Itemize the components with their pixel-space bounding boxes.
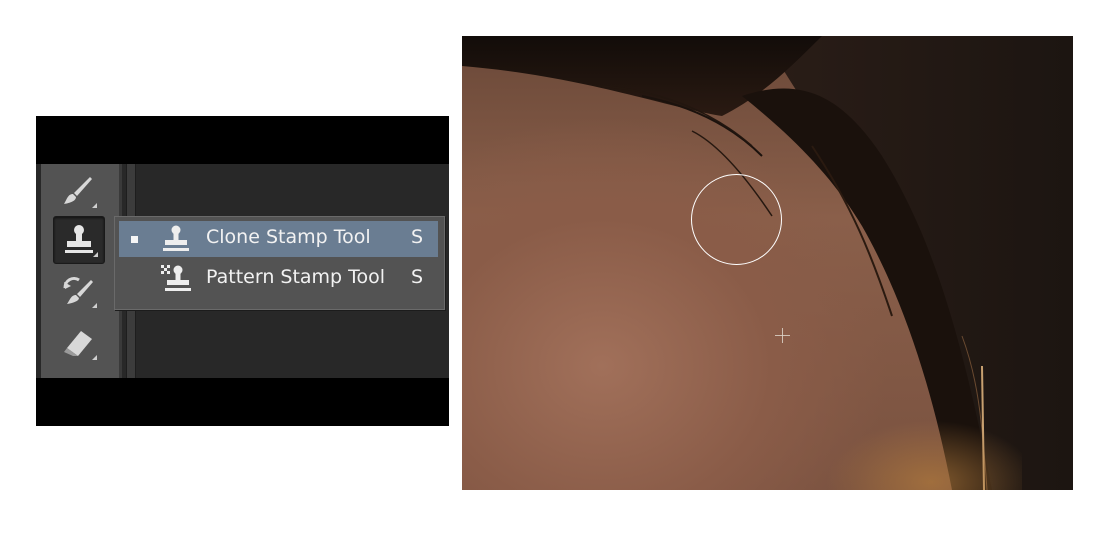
clone-stamp-brush-cursor bbox=[691, 174, 782, 265]
stamp-tools-flyout-menu: Clone Stamp Tool S Pattern Stamp Tool S bbox=[114, 216, 445, 310]
selected-bullet-icon bbox=[131, 236, 138, 243]
eraser-icon bbox=[64, 331, 92, 356]
menu-item-label: Clone Stamp Tool bbox=[206, 226, 371, 248]
tools-panel bbox=[41, 164, 119, 378]
shortcut-key: S bbox=[411, 226, 424, 248]
toolbar-area: Clone Stamp Tool S Pattern Stamp Tool S bbox=[36, 164, 449, 378]
image-canvas[interactable] bbox=[462, 36, 1073, 490]
clone-stamp-tool-button[interactable] bbox=[53, 216, 105, 264]
clone-stamp-icon bbox=[65, 225, 93, 253]
shortcut-key: S bbox=[411, 266, 424, 288]
menu-item-label: Pattern Stamp Tool bbox=[206, 266, 386, 288]
submenu-indicator-icon bbox=[93, 252, 98, 257]
eraser-tool-button[interactable] bbox=[53, 320, 103, 366]
menu-item-pattern-stamp-tool[interactable]: Pattern Stamp Tool S bbox=[119, 261, 438, 297]
brush-icon bbox=[64, 177, 92, 204]
menu-item-clone-stamp-tool[interactable]: Clone Stamp Tool S bbox=[119, 221, 438, 257]
history-brush-icon bbox=[63, 276, 93, 304]
photoshop-toolbar-screenshot: Clone Stamp Tool S Pattern Stamp Tool S bbox=[36, 116, 449, 426]
submenu-indicator-icon bbox=[92, 303, 97, 308]
submenu-indicator-icon bbox=[92, 203, 97, 208]
submenu-indicator-icon bbox=[92, 355, 97, 360]
clone-stamp-icon bbox=[163, 225, 189, 251]
clone-source-crosshair-icon bbox=[775, 328, 790, 343]
history-brush-tool-button[interactable] bbox=[53, 268, 103, 314]
brush-tool-button[interactable] bbox=[53, 168, 103, 214]
photo-hair-region bbox=[462, 36, 1073, 490]
pattern-stamp-icon bbox=[161, 265, 191, 291]
